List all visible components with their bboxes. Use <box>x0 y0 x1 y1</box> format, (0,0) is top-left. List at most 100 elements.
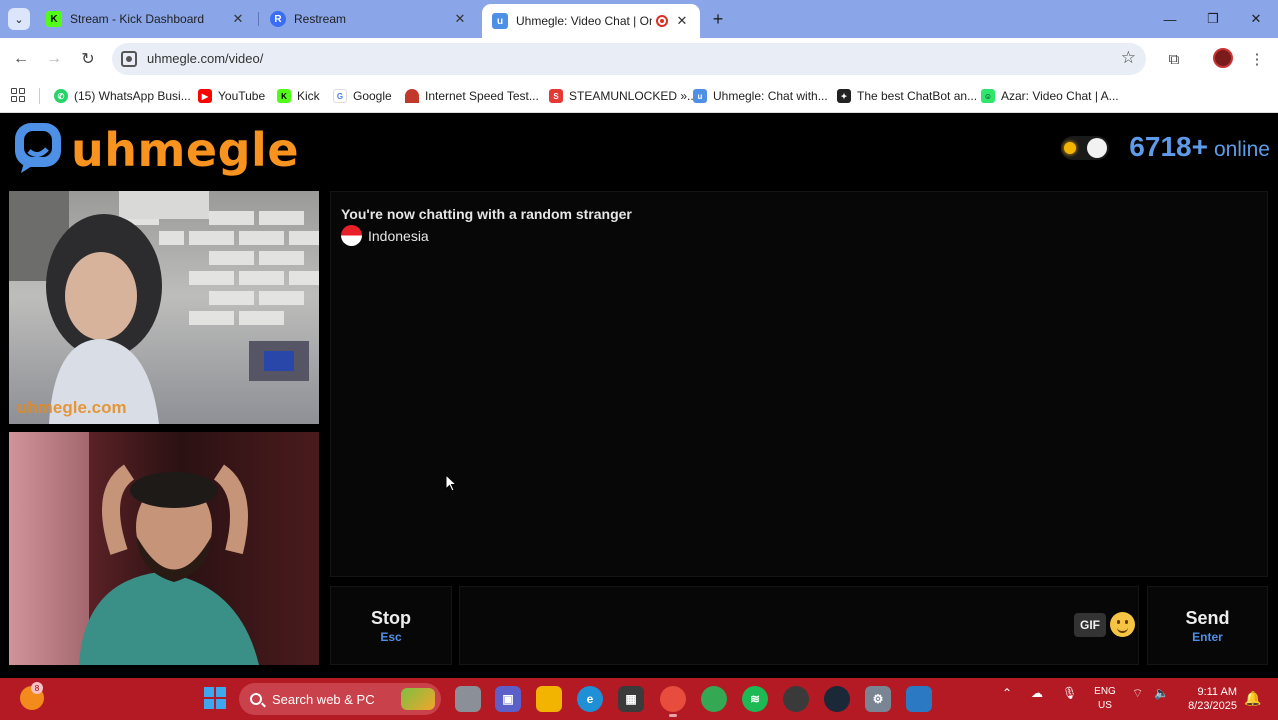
obs-icon[interactable] <box>783 686 809 712</box>
tab-title: Stream - Kick Dashboard <box>70 12 205 26</box>
search-highlight-icon <box>401 688 435 710</box>
online-label: online <box>1213 138 1270 161</box>
tray-overflow-icon[interactable]: ⌃ <box>1002 686 1012 700</box>
bookmark-star-icon[interactable]: ☆ <box>1121 48 1136 68</box>
tab-divider <box>258 12 259 26</box>
teams-icon[interactable]: ▣ <box>495 686 521 712</box>
kick-icon: K <box>277 89 291 103</box>
search-icon <box>250 693 262 705</box>
microphone-icon[interactable]: 🎙 <box>1062 686 1077 700</box>
minimize-button[interactable]: — <box>1150 6 1190 32</box>
theme-toggle[interactable] <box>1061 136 1109 160</box>
bookmark-label: Google <box>353 89 392 103</box>
bookmark-label: Azar: Video Chat | A... <box>1001 89 1119 103</box>
bookmark-azar[interactable]: ☺ Azar: Video Chat | A... <box>981 86 1119 106</box>
sun-icon <box>1064 142 1076 154</box>
wifi-icon[interactable]: ⌔ <box>1132 686 1143 701</box>
bookmark-label: STEAMUNLOCKED »... <box>569 89 698 103</box>
apps-grid-icon[interactable] <box>11 88 25 102</box>
restream-icon: R <box>270 11 286 27</box>
bookmark-label: Internet Speed Test... <box>425 89 539 103</box>
bookmark-label: Uhmegle: Chat with... <box>713 89 828 103</box>
chat-log: You're now chatting with a random strang… <box>330 191 1268 577</box>
profile-avatar[interactable] <box>1213 48 1233 68</box>
taskbar-search[interactable]: Search web & PC <box>239 683 441 715</box>
recording-icon <box>656 15 668 27</box>
url-text[interactable]: uhmegle.com/video/ <box>147 51 263 66</box>
chrome-profile-icon[interactable] <box>701 686 727 712</box>
remote-desktop-icon[interactable] <box>906 686 932 712</box>
mouse-cursor-icon <box>445 474 457 492</box>
active-indicator <box>669 714 677 717</box>
store-icon[interactable]: ▦ <box>618 686 644 712</box>
extensions-icon[interactable]: ⧉ <box>1163 48 1185 70</box>
bookmark-kick[interactable]: K Kick <box>277 86 320 106</box>
close-icon[interactable]: ✕ <box>674 13 690 29</box>
bookmark-label: YouTube <box>218 89 266 103</box>
bookmarks-bar: ✆ (15) WhatsApp Busi... ▶ YouTube K Kick… <box>0 80 1278 113</box>
online-count: 6718+ <box>1129 131 1208 162</box>
file-explorer-icon[interactable] <box>536 686 562 712</box>
more-menu-icon[interactable]: ⋮ <box>1246 48 1268 70</box>
chrome-icon[interactable] <box>660 686 686 717</box>
chatbot-icon: ✦ <box>837 89 851 103</box>
bookmark-youtube[interactable]: ▶ YouTube <box>198 86 265 106</box>
youtube-icon: ▶ <box>198 89 212 103</box>
kick-icon: K <box>46 11 62 27</box>
settings-icon[interactable]: ⚙ <box>865 686 891 712</box>
bookmarks-divider <box>39 88 40 104</box>
browser-tab-strip: ⌄ K Stream - Kick Dashboard ✕ R Restream… <box>0 0 1278 38</box>
gif-button[interactable]: GIF <box>1074 613 1106 637</box>
message-input[interactable]: GIF <box>459 586 1139 665</box>
stop-button[interactable]: Stop Esc <box>330 586 452 665</box>
send-label: Send <box>1185 607 1230 628</box>
close-icon[interactable]: ✕ <box>452 11 468 27</box>
spotify-icon[interactable]: ≋ <box>742 686 768 712</box>
restore-button[interactable]: ❐ <box>1193 6 1233 32</box>
logo-text: uhmegle <box>71 123 300 177</box>
uhmegle-icon: u <box>693 89 707 103</box>
reload-button[interactable]: ↻ <box>76 47 100 71</box>
self-video <box>9 432 319 665</box>
bookmark-uhmegle[interactable]: u Uhmegle: Chat with... <box>693 86 828 106</box>
bookmark-chatbot[interactable]: ✦ The best ChatBot an... <box>837 86 977 106</box>
tab-kick-dashboard[interactable]: K Stream - Kick Dashboard ✕ <box>36 4 256 34</box>
stranger-country: Indonesia <box>341 225 429 246</box>
edge-icon[interactable]: e <box>577 686 603 712</box>
forward-button[interactable]: → <box>42 47 66 71</box>
stranger-video-frame <box>9 191 319 424</box>
azar-icon: ☺ <box>981 89 995 103</box>
bookmark-speedtest[interactable]: Internet Speed Test... <box>405 86 539 106</box>
start-button[interactable] <box>204 687 226 709</box>
language-indicator[interactable]: ENG US <box>1091 685 1119 713</box>
language-code: ENG <box>1094 686 1116 697</box>
close-icon[interactable]: ✕ <box>230 11 246 27</box>
bookmark-steamunlocked[interactable]: S STEAMUNLOCKED »... <box>549 86 697 106</box>
widget-badge: 8 <box>31 682 43 694</box>
back-button[interactable]: ← <box>9 47 33 71</box>
emoji-icon[interactable] <box>1110 612 1135 637</box>
tab-search-menu-button[interactable]: ⌄ <box>8 8 30 30</box>
taskbar-clock[interactable]: 9:11 AM 8/23/2025 <box>1183 685 1237 713</box>
new-tab-button[interactable]: + <box>707 8 729 30</box>
tab-uhmegle-active[interactable]: u Uhmegle: Video Chat | Ome ✕ <box>482 4 700 38</box>
bookmark-label: Kick <box>297 89 320 103</box>
indonesia-flag-icon <box>341 225 362 246</box>
bookmark-whatsapp[interactable]: ✆ (15) WhatsApp Busi... <box>54 86 191 106</box>
volume-icon[interactable]: 🔈 <box>1154 686 1169 700</box>
notification-bell-icon[interactable]: 🔔 <box>1244 690 1261 707</box>
region-code: US <box>1098 700 1112 711</box>
toggle-knob <box>1087 138 1107 158</box>
uhmegle-logo[interactable]: uhmegle <box>11 119 299 179</box>
tab-restream[interactable]: R Restream ✕ <box>260 4 478 34</box>
send-button[interactable]: Send Enter <box>1147 586 1268 665</box>
steamunlocked-icon: S <box>549 89 563 103</box>
bookmark-google[interactable]: G Google <box>333 86 392 106</box>
online-counter: 6718+ online <box>1129 131 1270 163</box>
onedrive-icon[interactable]: ☁ <box>1031 686 1043 700</box>
task-view-icon[interactable] <box>455 686 481 712</box>
steam-icon[interactable] <box>824 686 850 712</box>
site-info-icon[interactable] <box>121 51 137 67</box>
address-bar[interactable]: uhmegle.com/video/ ☆ <box>112 43 1146 75</box>
close-window-button[interactable]: ✕ <box>1236 6 1276 32</box>
